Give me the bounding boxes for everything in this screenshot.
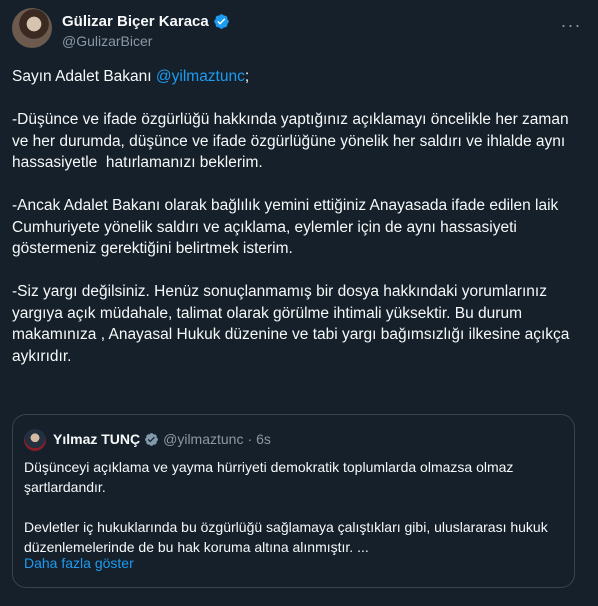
- verified-badge-icon: [213, 14, 229, 29]
- quoted-paragraph-2: Devletler iç hukuklarında bu özgürlüğü s…: [24, 519, 552, 555]
- greeting-suffix: ;: [244, 68, 250, 85]
- quoted-timestamp: 6s: [256, 431, 271, 447]
- tweet-text: Sayın Adalet Bakanı @yilmaztunc; -Düşünc…: [12, 66, 582, 367]
- quoted-tweet-card[interactable]: Yılmaz TUNÇ @yilmaztunc · 6s Düşünceyi a…: [12, 414, 575, 588]
- greeting-prefix: Sayın Adalet Bakanı: [12, 68, 156, 85]
- tweet-paragraph-3: -Siz yargı değilsiniz. Henüz sonuçlanmam…: [12, 283, 574, 365]
- quoted-tweet-header: Yılmaz TUNÇ @yilmaztunc · 6s: [53, 431, 271, 447]
- tweet-paragraph-2: -Ancak Adalet Bakanı olarak bağlılık yem…: [12, 197, 563, 257]
- show-more-link[interactable]: Daha fazla göster: [24, 555, 134, 571]
- mention-link[interactable]: @yilmaztunc: [156, 68, 245, 85]
- quoted-tweet-text: Düşünceyi açıklama ve yayma hürriyeti de…: [24, 457, 564, 557]
- quoted-paragraph-1: Düşünceyi açıklama ve yayma hürriyeti de…: [24, 459, 518, 495]
- author-name[interactable]: Gülizar Biçer Karaca: [62, 13, 209, 30]
- quoted-author-avatar: [24, 429, 46, 451]
- quoted-author-handle: @yilmaztunc: [163, 431, 244, 447]
- meta-separator: ·: [247, 431, 253, 447]
- author-handle[interactable]: @GulizarBicer: [62, 33, 152, 49]
- quoted-author-name: Yılmaz TUNÇ: [53, 431, 141, 447]
- tweet-header: Gülizar Biçer Karaca @GulizarBicer ···: [12, 8, 586, 52]
- author-name-row: Gülizar Biçer Karaca: [62, 13, 230, 30]
- more-horizontal-icon[interactable]: ···: [560, 16, 582, 40]
- author-avatar[interactable]: [12, 8, 52, 48]
- verified-badge-icon: [145, 432, 159, 446]
- tweet-paragraph-1: -Düşünce ve ifade özgürlüğü hakkında yap…: [12, 111, 573, 171]
